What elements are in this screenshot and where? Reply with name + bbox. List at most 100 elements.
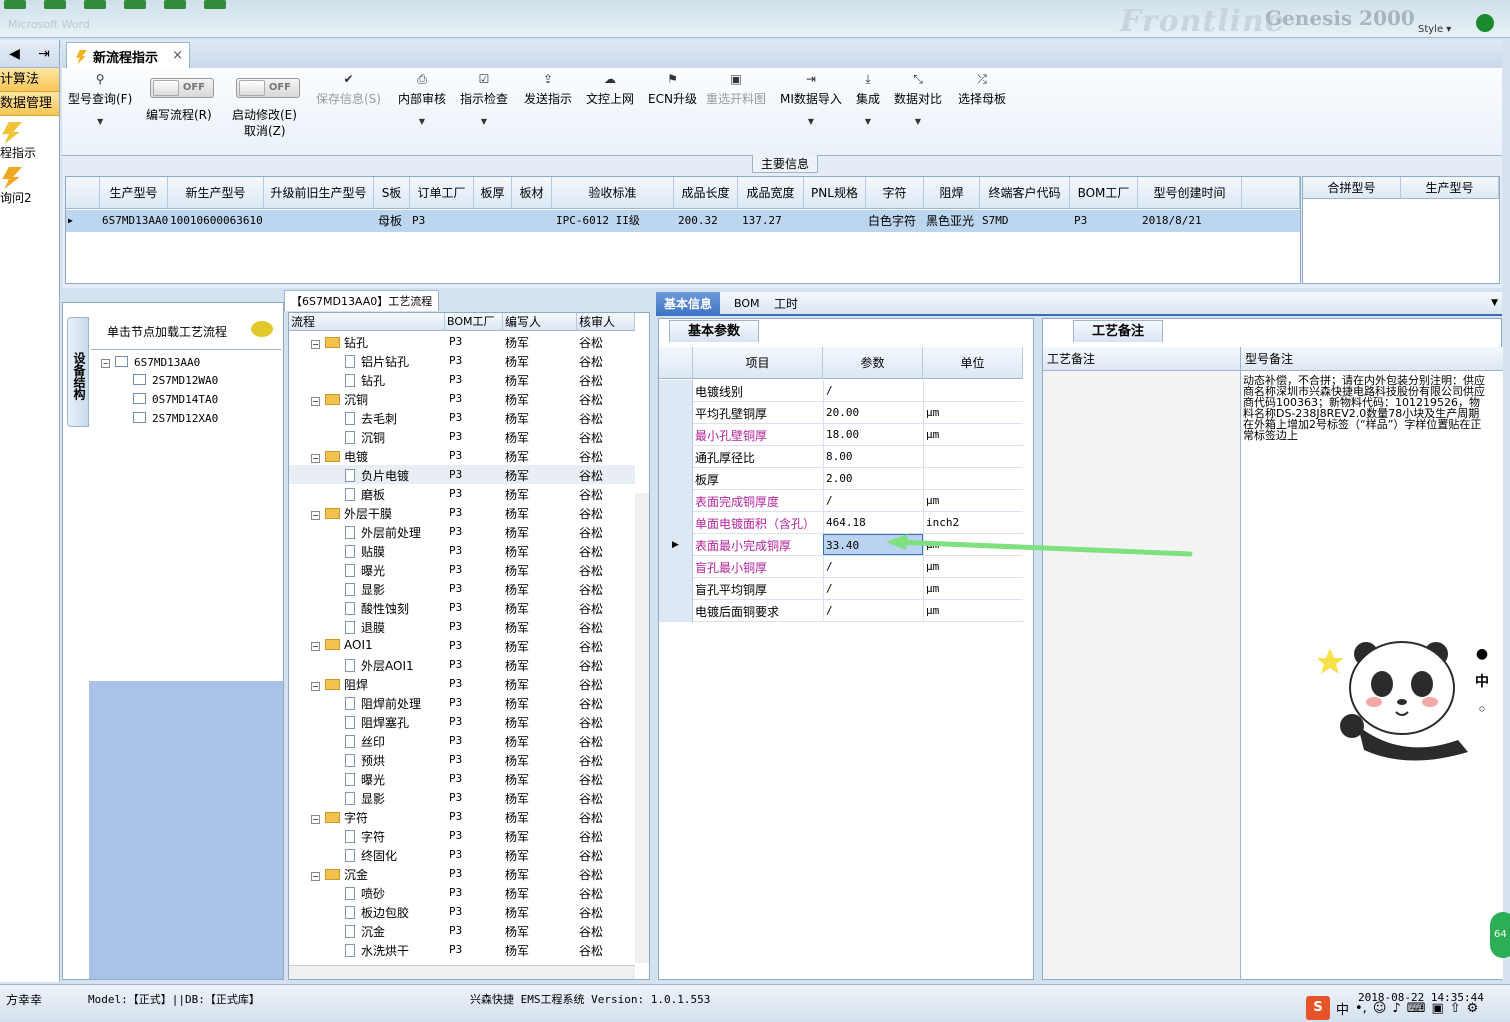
process-step-row[interactable]: 板边包胶 P3 杨军 谷松 (289, 902, 635, 921)
save-info-button[interactable]: ✔ 保存信息(S) (316, 72, 381, 107)
process-group-row[interactable]: − 外层干膜 P3 杨军 谷松 (289, 503, 635, 522)
column-header[interactable]: 成品长度 (674, 177, 738, 209)
basic-params-tab[interactable]: 基本参数 (669, 320, 759, 342)
tree-node[interactable]: 2S7MD12XA0 (133, 412, 218, 425)
mic-icon[interactable]: ♪ (1392, 1001, 1400, 1016)
close-icon[interactable]: × (172, 48, 183, 63)
process-group-row[interactable]: − 钻孔 P3 杨军 谷松 (289, 332, 635, 351)
process-group-row[interactable]: − 沉铜 P3 杨军 谷松 (289, 389, 635, 408)
column-header[interactable]: 单位 (923, 347, 1023, 379)
process-step-row[interactable]: 负片电镀 P3 杨军 谷松 (289, 465, 635, 484)
ime-chinese-icon[interactable]: 中 (1336, 999, 1349, 1018)
table-cell[interactable] (804, 210, 866, 232)
integrate-button[interactable]: ⤓ 集成 ▼ (856, 72, 880, 126)
param-row[interactable]: 通孔厚径比 8.00 (659, 446, 1023, 468)
process-step-row[interactable]: 终固化 P3 杨军 谷松 (289, 845, 635, 864)
param-row[interactable]: 最小孔壁铜厚 18.00 μm (659, 424, 1023, 446)
process-step-row[interactable]: 预烘 P3 杨军 谷松 (289, 750, 635, 769)
table-cell[interactable] (264, 210, 374, 232)
column-header[interactable]: 项目 (693, 347, 823, 379)
dropdown-arrow-icon[interactable]: ▼ (1491, 298, 1498, 308)
style-menu[interactable]: Style ▾ (1418, 24, 1451, 35)
ecn-upgrade-button[interactable]: ⚑ ECN升级 (648, 72, 697, 107)
merged-model-grid[interactable]: 合拼型号 生产型号 (1302, 176, 1500, 284)
reselect-cut-image-button[interactable]: ▣ 重选开料图 (706, 72, 766, 107)
nav-expand-icon[interactable]: ⇥ (38, 46, 50, 62)
collapse-icon[interactable]: − (311, 682, 320, 691)
column-header[interactable]: 流程 (289, 313, 445, 331)
keyboard-icon[interactable]: ⌨ (1407, 1001, 1426, 1016)
param-value[interactable]: 18.00 (823, 424, 923, 445)
column-header[interactable]: BOM工厂 (1070, 177, 1138, 209)
horizontal-scrollbar[interactable] (289, 965, 635, 979)
column-header[interactable]: 阻焊 (924, 177, 980, 209)
collapse-icon[interactable]: − (311, 511, 320, 520)
process-step-row[interactable]: 贴膜 P3 杨军 谷松 (289, 541, 635, 560)
nav-action-query[interactable]: 询问2 (0, 189, 59, 206)
column-header[interactable]: 成品宽度 (738, 177, 804, 209)
param-row[interactable]: 电镀后面铜要求 / μm (659, 600, 1023, 622)
write-flow-toggle[interactable]: OFF (150, 78, 214, 98)
nav-action-flow[interactable]: 程指示 (0, 144, 59, 161)
process-step-row[interactable]: 沉金 P3 杨军 谷松 (289, 921, 635, 940)
process-step-row[interactable]: 曝光 P3 杨军 谷松 (289, 560, 635, 579)
table-cell[interactable]: 黑色亚光 (924, 210, 980, 232)
ime-punct-icon[interactable]: ◦ (1472, 696, 1492, 724)
process-step-row[interactable]: 显影 P3 杨军 谷松 (289, 788, 635, 807)
nav-item-calc[interactable]: 计算法 (0, 68, 59, 92)
column-header[interactable]: 板厚 (474, 177, 512, 209)
cancel-label[interactable]: 取消(Z) (244, 122, 286, 139)
process-group-row[interactable]: − 阻焊 P3 杨军 谷松 (289, 674, 635, 693)
model-notes-text[interactable]: 动态补偿，不合拼；请在内外包装分别注明：供应商名称深圳市兴森快捷电路科技股份有限… (1243, 375, 1489, 441)
model-query-button[interactable]: ⚲ 型号查询(F) ▼ (68, 72, 132, 126)
column-header[interactable]: 参数 (823, 347, 923, 379)
process-step-row[interactable]: 外层前处理 P3 杨军 谷松 (289, 522, 635, 541)
ime-chinese-mode-icon[interactable]: 中 (1472, 668, 1492, 696)
param-row[interactable]: 盲孔平均铜厚 / μm (659, 578, 1023, 600)
column-header[interactable]: PNL规格 (804, 177, 866, 209)
process-step-row[interactable]: 水洗烘干 P3 杨军 谷松 (289, 940, 635, 959)
collapse-icon[interactable]: − (311, 815, 320, 824)
column-header[interactable]: 新生产型号 (168, 177, 264, 209)
process-step-row[interactable]: 喷砂 P3 杨军 谷松 (289, 883, 635, 902)
process-step-row[interactable]: 退膜 P3 杨军 谷松 (289, 617, 635, 636)
process-group-row[interactable]: − 沉金 P3 杨军 谷松 (289, 864, 635, 883)
column-header[interactable]: 字符 (866, 177, 924, 209)
process-group-row[interactable]: − 电镀 P3 杨军 谷松 (289, 446, 635, 465)
data-compare-button[interactable]: ⤡ 数据对比 ▼ (894, 72, 942, 126)
column-header[interactable]: 编写人 (503, 313, 577, 331)
process-step-row[interactable]: 酸性蚀刻 P3 杨军 谷松 (289, 598, 635, 617)
table-cell[interactable]: P3 (1070, 210, 1138, 232)
param-row[interactable]: 表面完成铜厚度 / μm (659, 490, 1023, 512)
column-header[interactable]: 核审人 (577, 313, 635, 331)
table-cell[interactable]: 137.27 (738, 210, 804, 232)
ime-floating-toolbar[interactable]: ● 中 ◦ (1472, 640, 1492, 724)
collapse-icon[interactable]: − (311, 872, 320, 881)
speed-badge[interactable]: 64 (1490, 912, 1510, 958)
process-step-row[interactable]: 阻焊塞孔 P3 杨军 谷松 (289, 712, 635, 731)
param-value[interactable]: / (823, 600, 923, 621)
process-step-row[interactable]: 丝印 P3 杨军 谷松 (289, 731, 635, 750)
nav-back-icon[interactable]: ◀ (9, 46, 20, 62)
table-cell[interactable] (474, 210, 512, 232)
table-cell[interactable]: 母板 (374, 210, 410, 232)
tab-bom[interactable]: BOM (726, 292, 768, 316)
quick-access-toolbar[interactable] (0, 0, 226, 10)
param-value[interactable]: / (823, 490, 923, 511)
column-header[interactable]: 合拼型号 (1303, 177, 1401, 199)
emoji-icon[interactable]: ☺ (1373, 1001, 1387, 1016)
tab-work-hours[interactable]: 工时 (766, 292, 806, 316)
process-notes-tab[interactable]: 工艺备注 (1073, 320, 1163, 342)
collapse-icon[interactable]: − (311, 397, 320, 406)
column-header[interactable]: BOM工厂 (445, 313, 503, 331)
process-step-row[interactable]: 沉铜 P3 杨军 谷松 (289, 427, 635, 446)
table-cell[interactable]: 2018/8/21 (1138, 210, 1242, 232)
process-step-row[interactable]: 字符 P3 杨军 谷松 (289, 826, 635, 845)
param-value[interactable]: 2.00 (823, 468, 923, 489)
table-cell[interactable]: 200.32 (674, 210, 738, 232)
collapse-icon[interactable]: − (311, 642, 320, 651)
column-header[interactable]: 生产型号 (100, 177, 168, 209)
collapse-icon[interactable]: − (311, 340, 320, 349)
doc-online-button[interactable]: ☁ 文控上网 (586, 72, 634, 107)
vertical-scrollbar[interactable] (635, 493, 649, 963)
